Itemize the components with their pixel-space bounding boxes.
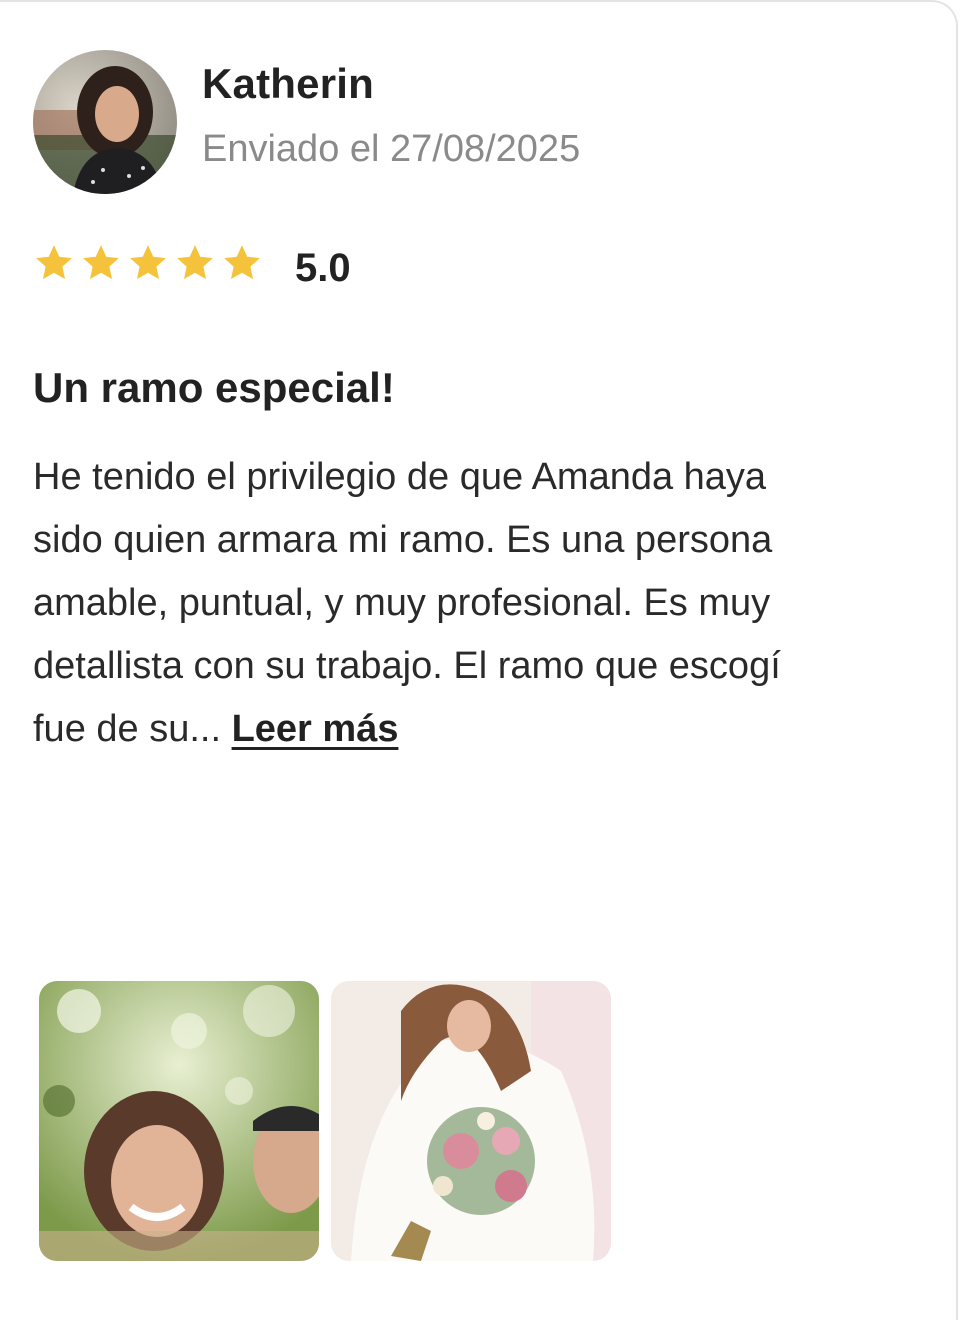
review-body-line: amable, puntual, y muy profesional. Es m… (33, 582, 771, 624)
read-more-link[interactable]: Leer más (232, 708, 399, 750)
star-icon (177, 245, 213, 280)
review-body: He tenido el privilegio de que Amanda ha… (33, 446, 933, 761)
star-icon (36, 245, 72, 280)
review-body-line: fue de su... (33, 708, 222, 750)
sent-date: Enviado el 27/08/2025 (202, 128, 581, 170)
review-photo-couple[interactable] (39, 981, 319, 1261)
review-body-last-line: fue de su... Leer más (33, 698, 933, 761)
review-photo-bouquet[interactable] (331, 981, 611, 1261)
review-title: Un ramo especial! (33, 364, 395, 411)
rating-stars (33, 242, 263, 284)
review-card: Katherin Enviado el 27/08/2025 5.0 Un ra… (0, 0, 958, 1320)
star-icon (224, 245, 260, 280)
star-icon (130, 245, 166, 280)
star-icon (83, 245, 119, 280)
review-body-line: He tenido el privilegio de que Amanda ha… (33, 456, 767, 498)
author-avatar[interactable] (33, 50, 177, 194)
review-body-line: sido quien armara mi ramo. Es una person… (33, 519, 773, 561)
rating-value: 5.0 (295, 246, 351, 290)
author-name: Katherin (202, 60, 374, 107)
review-body-line: detallista con su trabajo. El ramo que e… (33, 645, 781, 687)
